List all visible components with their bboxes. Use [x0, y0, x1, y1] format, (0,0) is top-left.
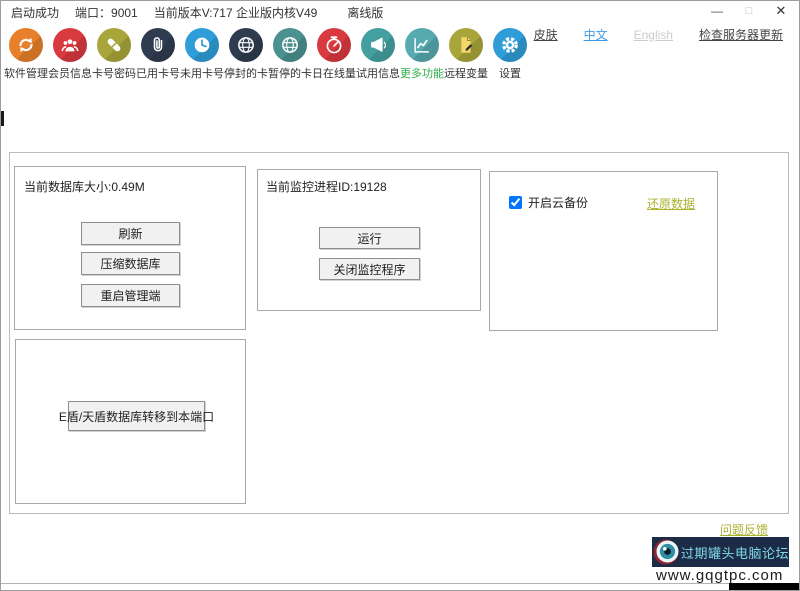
- refresh-button[interactable]: 刷新: [81, 222, 180, 245]
- transfer-panel: E盾/天盾数据库转移到本端口: [15, 339, 246, 504]
- toolbar-item-label: 停封的卡: [224, 65, 268, 81]
- edition-text: 离线版: [347, 4, 383, 21]
- cloud-backup-label: 开启云备份: [528, 194, 588, 211]
- toolbar-item-member-info[interactable]: 会员信息: [48, 28, 92, 81]
- toolbar-item-label: 暂停的卡: [268, 65, 312, 81]
- database-size-text: 当前数据库大小:0.49M: [24, 178, 145, 195]
- globe-icon: [229, 28, 263, 62]
- transfer-database-button[interactable]: E盾/天盾数据库转移到本端口: [68, 401, 205, 431]
- restore-data-link[interactable]: 还原数据: [647, 195, 695, 212]
- toolbar-item-used-cards[interactable]: 已用卡号: [136, 28, 180, 81]
- chinese-link[interactable]: 中文: [584, 26, 608, 43]
- forum-name-text: 过期罐头电脑论坛: [681, 543, 789, 562]
- status-text: 启动成功: [11, 4, 59, 21]
- clock-icon: [185, 28, 219, 62]
- toolbar-item-trial-info[interactable]: 试用信息: [356, 28, 400, 81]
- restart-admin-button[interactable]: 重启管理端: [81, 284, 180, 307]
- run-button[interactable]: 运行: [319, 227, 420, 249]
- toolbar-item-more-features[interactable]: 更多功能: [400, 28, 444, 81]
- toolbar-item-label: 远程变量: [444, 65, 488, 81]
- sync-icon: [9, 28, 43, 62]
- close-monitor-button[interactable]: 关闭监控程序: [319, 258, 420, 280]
- top-links: 皮肤 中文 English 检查服务器更新: [534, 26, 783, 43]
- toolbar-item-label: 试用信息: [356, 65, 400, 81]
- window-controls: — □ ✕: [701, 1, 797, 21]
- paperclip-icon: [141, 28, 175, 62]
- toolbar-item-label: 已用卡号: [136, 65, 180, 81]
- toolbar-item-label: 日在线量: [312, 65, 356, 81]
- feedback-link[interactable]: 问题反馈: [720, 521, 768, 538]
- toolbar-item-paused-cards[interactable]: 暂停的卡: [268, 28, 312, 81]
- cloud-backup-checkbox[interactable]: [509, 196, 522, 209]
- toolbar-item-label: 未用卡号: [180, 65, 224, 81]
- minimize-icon[interactable]: —: [701, 1, 733, 21]
- members-icon: [53, 28, 87, 62]
- title-bar: 启动成功 端口：9001 当前版本V:717 企业版内核V49 离线版: [1, 1, 799, 23]
- chart-icon: [405, 28, 439, 62]
- skin-link[interactable]: 皮肤: [534, 26, 558, 43]
- toolbar-item-label: 卡号密码: [92, 65, 136, 81]
- version-text: 当前版本V:717 企业版内核V49: [154, 4, 318, 21]
- left-edge-mark: [1, 111, 4, 126]
- toolbar-item-remote-variables[interactable]: 远程变量: [444, 28, 488, 81]
- stopwatch-icon: [317, 28, 351, 62]
- megaphone-icon: [361, 28, 395, 62]
- toolbar-item-banned-cards[interactable]: 停封的卡: [224, 28, 268, 81]
- compress-database-button[interactable]: 压缩数据库: [81, 252, 180, 275]
- toolbar-item-card-passwords[interactable]: 卡号密码: [92, 28, 136, 81]
- maximize-icon[interactable]: □: [733, 1, 765, 21]
- watermark-black-bar: [729, 583, 800, 591]
- forum-url-text: www.gqgtpc.com: [656, 567, 783, 584]
- cloud-backup-row: 开启云备份: [509, 194, 588, 211]
- toolbar-item-unused-cards[interactable]: 未用卡号: [180, 28, 224, 81]
- gear-icon: [493, 28, 527, 62]
- toolbar-item-label: 更多功能: [400, 65, 444, 81]
- window-bottom-border: [1, 583, 799, 584]
- toolbar-item-daily-online[interactable]: 日在线量: [312, 28, 356, 81]
- close-icon[interactable]: ✕: [765, 1, 797, 21]
- database-panel: 当前数据库大小:0.49M 刷新 压缩数据库 重启管理端: [14, 166, 246, 330]
- toolbar: 软件管理 会员信息 卡号密码 已用卡号 未用卡号: [4, 28, 532, 81]
- toolbar-item-label: 会员信息: [48, 65, 92, 81]
- monitor-panel: 当前监控进程ID:19128 运行 关闭监控程序: [257, 169, 481, 311]
- toolbar-item-label: 软件管理: [4, 65, 48, 81]
- check-update-link[interactable]: 检查服务器更新: [699, 26, 783, 43]
- toolbar-item-software-manage[interactable]: 软件管理: [4, 28, 48, 81]
- monitor-process-id-text: 当前监控进程ID:19128: [266, 178, 387, 195]
- toolbar-item-settings[interactable]: 设置: [488, 28, 532, 81]
- pill-icon: [97, 28, 131, 62]
- port-text: 端口：9001: [75, 4, 138, 21]
- forum-logo-icon: [653, 538, 681, 566]
- english-link[interactable]: English: [634, 28, 673, 42]
- app-window: 启动成功 端口：9001 当前版本V:717 企业版内核V49 离线版 — □ …: [0, 0, 800, 591]
- globe-icon: [273, 28, 307, 62]
- cloud-backup-panel: 开启云备份 还原数据: [489, 171, 718, 331]
- forum-watermark: 过期罐头电脑论坛: [652, 537, 789, 567]
- document-icon: [449, 28, 483, 62]
- toolbar-item-label: 设置: [499, 65, 521, 81]
